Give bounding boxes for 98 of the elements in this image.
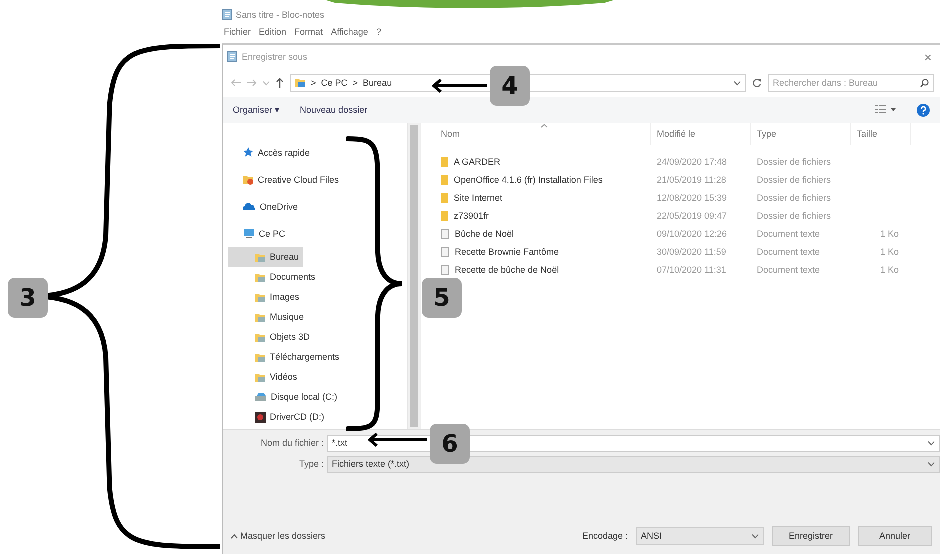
file-name[interactable]: Site Internet [454,193,503,203]
table-cell-text: Document texte [756,265,822,275]
window-title: Sans titre - Bloc-notes [236,10,325,20]
table-cell-text: 1 Ko [879,247,900,257]
field-label: Encodage : [582,531,628,541]
table-cell-text: Dossier de fichiers [756,157,832,167]
nav-item[interactable]: Documents [228,267,320,287]
folder-icon [255,292,266,302]
nav-item[interactable]: DriverCD (D:) [228,407,328,427]
help-icon[interactable] [917,104,930,116]
disc-drive-icon [255,412,266,422]
field-label: Nom du fichier : [260,438,325,448]
field-label: Type : [298,459,325,469]
nav-item[interactable]: Musique [228,307,308,327]
nav-item[interactable]: Accès rapide [228,139,314,166]
file-name[interactable]: Recette Brownie Fantôme [455,247,560,257]
table-cell-text: Dossier de fichiers [756,193,832,203]
table-cell-text: 1 Ko [879,229,900,239]
breadcrumb-separator: > [352,78,358,88]
menu-item[interactable]: Affichage [331,27,368,37]
nav-item[interactable]: Ce PC [228,220,290,247]
breadcrumb[interactable]: Bureau [363,78,392,88]
notepad-icon [227,51,238,63]
chevron-down-icon [928,440,935,446]
chevron-down-icon [263,80,270,86]
notepad-icon [222,9,233,21]
chevron-down-icon [928,462,935,466]
save-button[interactable]: Enregistrer [772,526,850,546]
table-cell-text: Dossier de fichiers [756,175,832,185]
chevron-down-icon [752,534,759,538]
table-cell-text: Dossier de fichiers [756,211,832,221]
step-number-badge: 3 [8,278,48,318]
organize-menu[interactable]: Organiser ▾ [233,105,280,115]
sort-caret-icon [541,124,548,128]
close-button[interactable]: × [924,50,932,64]
column-header[interactable]: Modifié le [651,123,751,145]
table-cell-text: Document texte [756,247,822,257]
breadcrumb[interactable]: Ce PC [321,78,348,88]
star-icon [243,147,254,158]
step-number-badge: 5 [422,278,462,318]
view-options-icon[interactable] [875,105,897,115]
folder-icon [255,272,266,282]
table-cell-text: 24/09/2020 17:48 [656,157,728,167]
file-name[interactable]: Bûche de Noël [455,229,514,239]
drive-icon [255,392,267,402]
step-number-badge: 6 [430,424,470,464]
table-cell-text: 07/10/2020 11:31 [656,265,728,275]
folder-icon [255,252,266,262]
folder-icon [243,174,254,185]
cloud-icon [243,202,256,211]
search-icon [920,78,929,88]
folder-icon [255,312,266,322]
table-cell-text: 12/08/2020 15:39 [656,193,728,203]
new-folder-button[interactable]: Nouveau dossier [300,105,368,115]
up-arrow-icon[interactable] [276,78,284,88]
computer-icon [243,228,255,239]
nav-item[interactable]: Creative Cloud Files [228,166,344,193]
nav-item[interactable]: Objets 3D [228,327,314,347]
dialog-title: Enregistrer sous [242,52,308,62]
nav-item[interactable]: Disque local (C:) [228,387,342,407]
breadcrumb-separator: > [311,78,316,88]
table-cell-text: 09/10/2020 12:26 [656,229,728,239]
column-header[interactable]: Type [751,123,851,145]
scrollbar[interactable] [407,123,420,429]
menu-item[interactable]: Fichier [224,27,252,37]
caret-icon [231,534,238,539]
arrow-icon [368,432,428,448]
table-cell-text: 22/05/2019 09:47 [656,211,728,221]
folder-icon [255,332,266,342]
file-type-dropdown[interactable]: Fichiers texte (*.txt) [327,456,940,472]
table-cell-text: Document texte [756,229,822,239]
nav-item[interactable]: Téléchargements [228,347,344,367]
file-name[interactable]: z73901fr [454,211,490,221]
nav-item[interactable]: Vidéos [228,367,302,387]
encoding-dropdown[interactable]: ANSI [636,527,764,545]
arrow-icon [432,78,488,94]
table-cell-text: 21/05/2019 11:28 [656,175,728,185]
file-name[interactable]: OpenOffice 4.1.6 (fr) Installation Files [454,175,603,185]
folder-icon [295,78,306,88]
folder-icon [255,372,266,382]
refresh-icon[interactable] [752,78,762,88]
step-number-badge: 4 [490,66,530,106]
table-cell-text: 30/09/2020 11:59 [656,247,728,257]
cancel-button[interactable]: Annuler [858,526,932,546]
menu-item[interactable]: Edition [259,27,287,37]
file-name[interactable]: Recette de bûche de Noël [455,265,560,275]
hide-folders-button[interactable]: Masquer les dossiers [231,531,326,541]
table-cell-text: 1 Ko [879,265,900,275]
nav-item[interactable]: OneDrive [228,193,302,220]
menu-item[interactable]: Format [294,27,324,37]
column-header[interactable]: Taille [851,123,911,145]
menu-item[interactable]: ? [376,27,382,37]
chevron-down-icon [734,80,741,86]
nav-item[interactable]: Bureau [228,247,304,267]
nav-item[interactable]: Images [228,287,304,307]
folder-icon [255,352,266,362]
column-header[interactable]: Nom [421,123,651,145]
file-name[interactable]: A GARDER [454,157,501,167]
